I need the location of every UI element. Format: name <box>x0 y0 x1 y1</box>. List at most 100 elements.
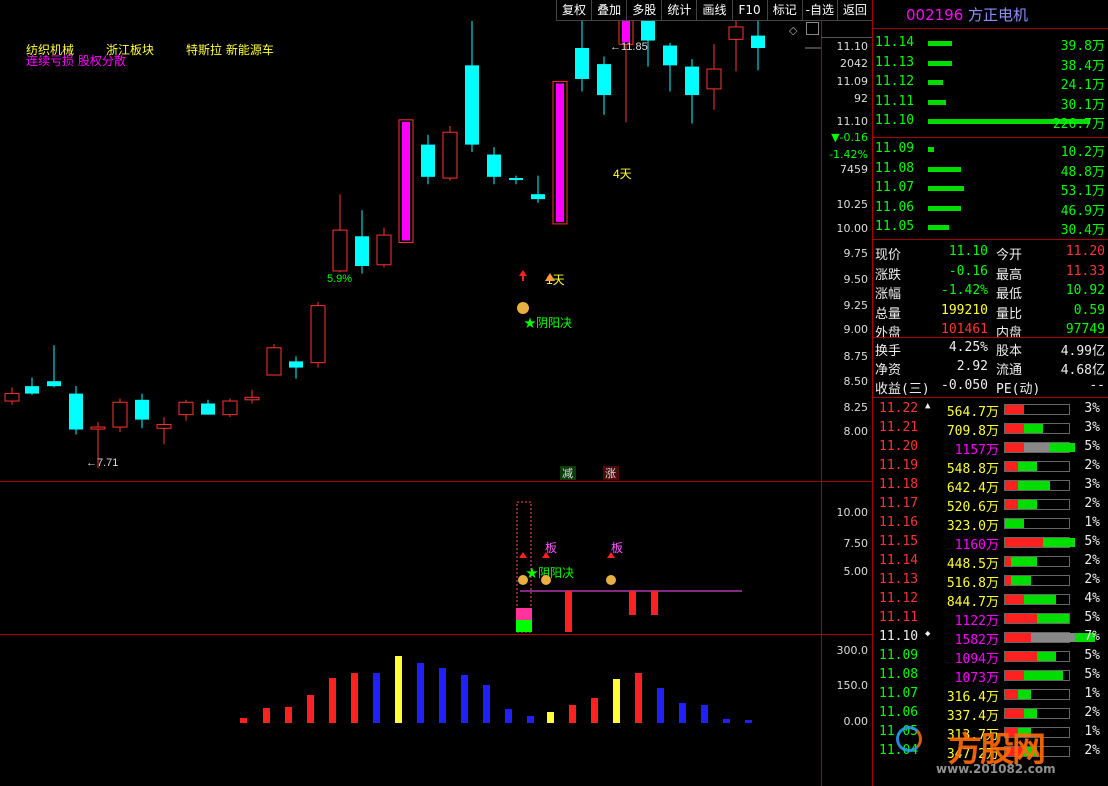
toolbar-mark-button[interactable]: 标记 <box>766 0 802 20</box>
sell-order-row[interactable]: 11.11 30.1万 <box>873 93 1108 113</box>
dist-price: 11.13 <box>879 572 919 587</box>
toolbar-back-button[interactable]: 返回 <box>836 0 872 20</box>
toolbar-draw-line-button[interactable]: 画线 <box>696 0 731 20</box>
quote-value: 0.59 <box>1073 302 1105 318</box>
volume-bar <box>657 688 664 723</box>
dist-bar-frame <box>1004 651 1070 662</box>
price-distribution-row[interactable]: 11.09 1094万 5% <box>873 647 1108 667</box>
price-distribution-row[interactable]: 11.07 316.4万 1% <box>873 685 1108 705</box>
dist-bar-segment <box>1005 443 1025 452</box>
dist-percent: 2% <box>1084 458 1100 473</box>
buy-order-row[interactable]: 11.07 53.1万 <box>873 179 1108 199</box>
quote-row: 现价 11.10 今开 11.20 <box>873 243 1108 263</box>
buy-order-row[interactable]: 11.09 10.2万 <box>873 140 1108 160</box>
dist-bar-segment <box>1005 519 1025 528</box>
price-distribution-row[interactable]: 11.13 516.8万 2% <box>873 571 1108 591</box>
dist-volume: 1582万 <box>954 633 999 648</box>
sell-order-row[interactable]: 11.14 39.8万 <box>873 34 1108 54</box>
toolbar-multi-stock-button[interactable]: 多股 <box>626 0 661 20</box>
price-distribution-row[interactable]: 11.17 520.6万 2% <box>873 495 1108 515</box>
dist-bar-frame <box>1004 670 1070 681</box>
dist-bar-frame <box>1004 575 1070 586</box>
sell-order-row[interactable]: 11.10 226.7万 <box>873 112 1108 132</box>
dist-volume: 316.4万 <box>946 690 999 705</box>
price-distribution-row[interactable]: 11.16 323.0万 1% <box>873 514 1108 534</box>
sell-volume: 39.8万 <box>1060 39 1105 54</box>
price-distribution-row[interactable]: 11.21 709.8万 3% <box>873 419 1108 439</box>
fundamental-row: 换手 4.25% 股本 4.99亿 <box>873 339 1108 359</box>
toolbar-stats-button[interactable]: 统计 <box>661 0 696 20</box>
dist-bar-frame <box>1004 480 1070 491</box>
title-divider <box>873 28 1108 29</box>
price-distribution-row[interactable]: 11.14 448.5万 2% <box>873 552 1108 572</box>
sell-order-row[interactable]: 11.13 38.4万 <box>873 54 1108 74</box>
volume-chart[interactable] <box>0 635 821 786</box>
dist-percent: 3% <box>1084 420 1100 435</box>
quote-value: 10.92 <box>1065 283 1105 298</box>
annot-pct: 5.9% <box>327 273 352 285</box>
money-bag-icon <box>541 575 551 585</box>
volume-bar <box>569 705 576 723</box>
price-distribution-row[interactable]: 11.08 1073万 5% <box>873 666 1108 686</box>
price-distribution-row[interactable]: 11.06 337.4万 2% <box>873 704 1108 724</box>
quote-panel: 002196 方正电机 11.14 39.8万 11.13 38.4万 11.12 24.… <box>873 0 1108 786</box>
dist-price: 11.22 <box>879 401 919 416</box>
candle-body-limitup-fill <box>556 83 564 222</box>
buy-price: 11.08 <box>875 160 915 176</box>
hist-bar-green <box>516 620 532 632</box>
price-distribution-row[interactable]: 11.12 844.7万 4% <box>873 590 1108 610</box>
price-axis-label: 92 <box>854 92 868 105</box>
toolbar-f10-button[interactable]: F10 <box>731 0 767 20</box>
toolbar-overlay-button[interactable]: 叠加 <box>591 0 626 20</box>
buy-price: 11.09 <box>875 141 915 156</box>
buy-price: 11.06 <box>875 199 915 215</box>
buy-order-row[interactable]: 11.05 30.4万 <box>873 218 1108 238</box>
dist-bar-segment <box>1011 576 1031 585</box>
price-distribution-row[interactable]: 11.11 1122万 5% <box>873 609 1108 629</box>
price-distribution-row[interactable]: 11.18 642.4万 3% <box>873 476 1108 496</box>
price-axis-label: 11.10 <box>836 40 869 53</box>
buy-volume-bar <box>928 225 949 230</box>
price-distribution-row[interactable]: 11.15 1160万 5% <box>873 533 1108 553</box>
buy-volume-bar <box>928 205 961 211</box>
dist-percent: 5% <box>1084 534 1100 549</box>
dist-bar-segment <box>1043 538 1076 547</box>
money-bag-icon <box>606 575 616 585</box>
toolbar-restore-rights-button[interactable]: 复权 <box>556 0 591 20</box>
dist-volume: 1094万 <box>954 652 999 667</box>
candlestick-chart[interactable]: ←7.71←11.854天1天★阴阳决5.9%减涨 <box>0 21 821 481</box>
dist-percent: 7% <box>1084 629 1100 644</box>
quote-value: 11.33 <box>1065 263 1105 279</box>
candle-body-down <box>487 154 501 177</box>
price-distribution-row[interactable]: 11.20 1157万 5% <box>873 438 1108 458</box>
buy-order-row[interactable]: 11.06 46.9万 <box>873 199 1108 219</box>
candle-body-down <box>465 65 479 145</box>
price-distribution-row[interactable]: 11.10 ◆ 1582万 7% <box>873 628 1108 648</box>
candle-body-down <box>531 194 545 200</box>
candle-body-down <box>597 64 611 96</box>
candle-body-down <box>641 21 655 41</box>
stock-terminal: 复权 叠加 多股 统计 画线 F10 标记 -自选 返回 ◇ 纺织机械 浙江板块… <box>0 0 1108 786</box>
price-axis-label: 10.00 <box>836 222 869 235</box>
axis-top-line <box>821 37 872 38</box>
dist-bar-segment <box>1049 443 1076 452</box>
candle-body-up <box>90 426 106 430</box>
price-distribution-row[interactable]: 11.22 ▲ 564.7万 3% <box>873 400 1108 420</box>
price-axis-label: 9.00 <box>843 323 869 336</box>
dist-price: 11.06 <box>879 705 919 720</box>
fundamental-label: 流通 <box>996 363 1023 378</box>
indicator-chart[interactable]: 板板★阴阳决 <box>0 482 821 634</box>
money-bag-icon <box>518 575 528 585</box>
sell-order-row[interactable]: 11.12 24.1万 <box>873 73 1108 93</box>
price-distribution-row[interactable]: 11.19 548.8万 2% <box>873 457 1108 477</box>
candle-body-down <box>575 48 589 79</box>
volume-bar <box>635 673 642 723</box>
dist-percent: 2% <box>1084 553 1100 568</box>
buy-volume-bar <box>928 147 934 152</box>
quote-label: 涨跌 <box>875 267 902 283</box>
toolbar-watchlist-button[interactable]: -自选 <box>801 0 837 20</box>
dist-bar-segment <box>1005 462 1018 471</box>
buy-order-row[interactable]: 11.08 48.8万 <box>873 160 1108 180</box>
price-axis-label: 8.50 <box>843 375 869 388</box>
fundamental-label: 股本 <box>996 344 1023 359</box>
